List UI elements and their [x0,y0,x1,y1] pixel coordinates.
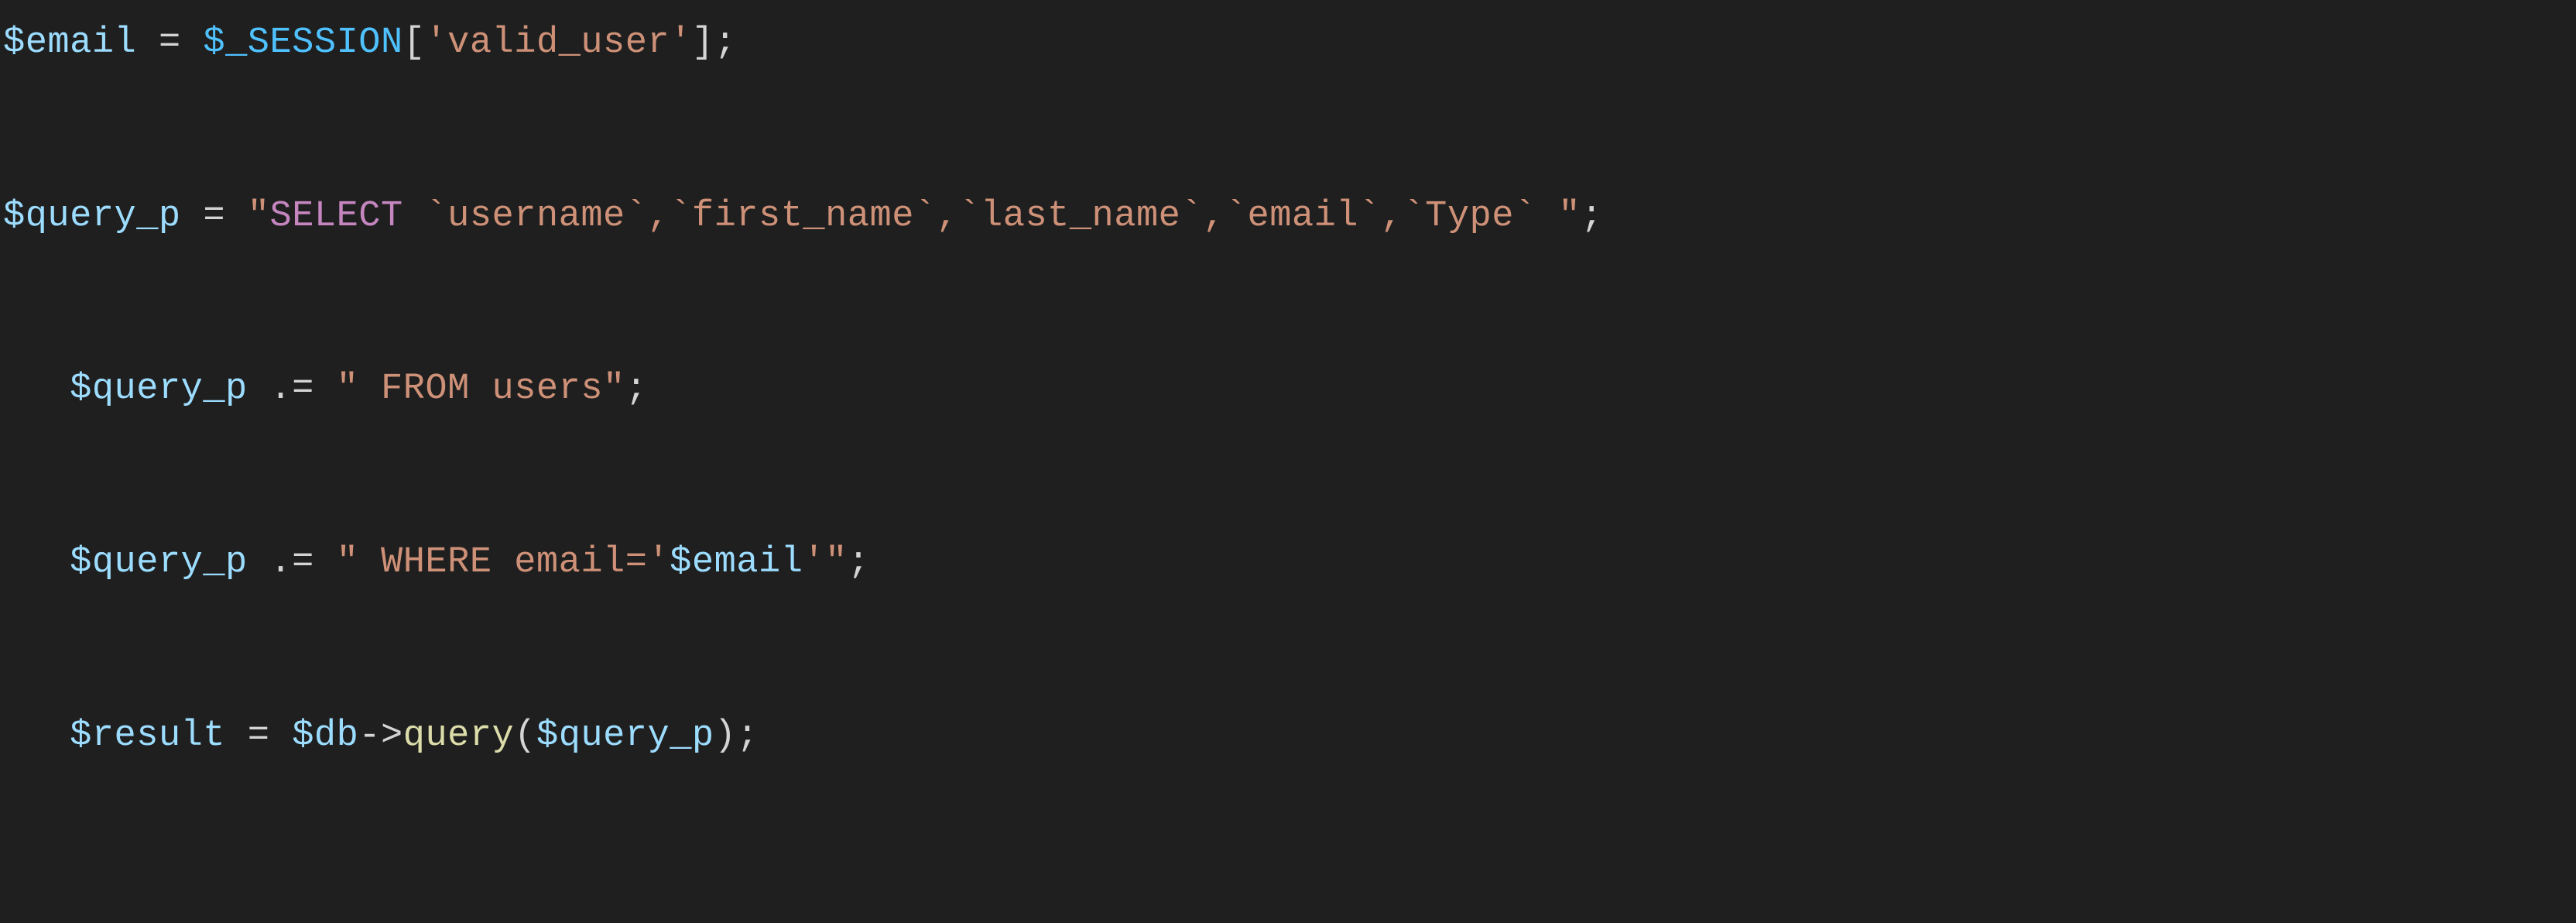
variable-email: $email [3,22,136,63]
semicolon: ; [1581,196,1603,237]
indent [3,715,70,757]
code-line-3: $query_p .= " FROM users"; [3,369,647,410]
semicolon: ; [848,542,870,583]
paren-close-semi: ); [714,715,759,757]
string-quote-close: " [1558,196,1581,237]
sql-keyword-select: SELECT [269,196,402,237]
code-editor[interactable]: $email = $_SESSION['valid_user']; $query… [0,0,2576,780]
operator-assign: = [225,715,292,757]
string-select-columns: `username`,`first_name`,`last_name`,`ema… [403,196,1559,237]
operator-concat-assign: .= [248,542,337,583]
bracket-close-semi: ]; [692,22,736,63]
code-line-4: $query_p .= " WHERE email='$email'"; [3,542,870,583]
string-valid-user: 'valid_user' [425,22,691,63]
variable-email-interp: $email [670,542,803,583]
indent [3,542,70,583]
bracket-open: [ [403,22,426,63]
variable-query-p: $query_p [3,196,181,237]
operator-assign: = [136,22,203,63]
semicolon: ; [625,369,648,410]
paren-open: ( [514,715,536,757]
operator-assign: = [181,196,248,237]
variable-db: $db [292,715,358,757]
code-line-2: $query_p = "SELECT `username`,`first_nam… [3,196,1603,237]
string-from-users: " FROM users" [337,369,625,410]
argument-query-p: $query_p [536,715,714,757]
string-where-open: " WHERE email=' [337,542,670,583]
variable-query-p: $query_p [70,369,248,410]
string-quote-open: " [248,196,270,237]
variable-result: $result [70,715,225,757]
method-query: query [403,715,515,757]
string-where-close: '" [803,542,847,583]
code-line-1: $email = $_SESSION['valid_user']; [3,22,736,63]
code-line-5: $result = $db->query($query_p); [3,715,759,757]
global-session: $_SESSION [203,22,402,63]
indent [3,369,70,410]
operator-arrow: -> [358,715,402,757]
operator-concat-assign: .= [248,369,337,410]
variable-query-p: $query_p [70,542,248,583]
